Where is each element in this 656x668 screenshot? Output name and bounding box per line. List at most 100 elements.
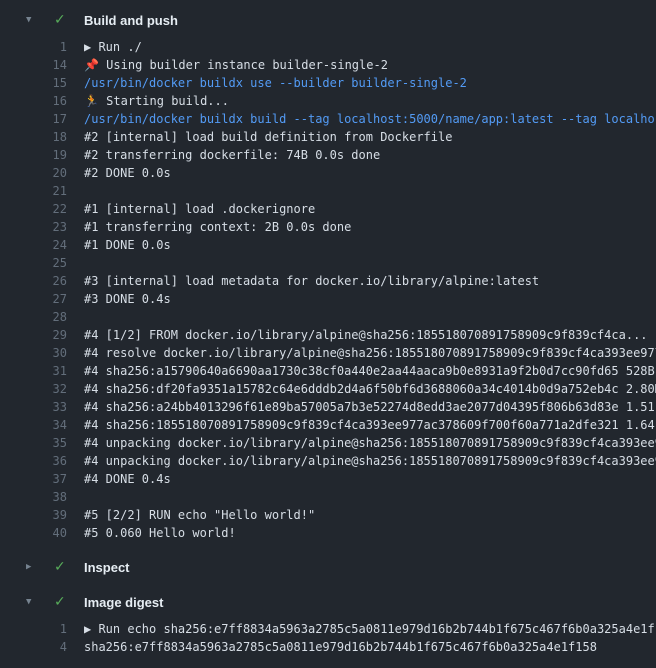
chevron-down-icon[interactable]: ▼ (26, 592, 39, 612)
log-line: 16🏃 Starting build... (0, 92, 656, 110)
log-line: 17/usr/bin/docker buildx build --tag loc… (0, 110, 656, 128)
log-line-number[interactable]: 40 (0, 524, 67, 542)
log-line-number[interactable]: 34 (0, 416, 67, 434)
log-line-number[interactable]: 26 (0, 272, 67, 290)
log-line-number[interactable]: 27 (0, 290, 67, 308)
log-line-text: #2 DONE 0.0s (67, 164, 171, 182)
log-line-number[interactable]: 23 (0, 218, 67, 236)
log-command-text: /usr/bin/docker buildx build --tag local… (67, 110, 656, 128)
chevron-down-icon[interactable]: ▼ (26, 10, 39, 30)
log-line-text: #4 unpacking docker.io/library/alpine@sh… (67, 452, 656, 470)
log-line-number[interactable]: 37 (0, 470, 67, 488)
log-line: 4sha256:e7ff8834a5963a2785c5a0811e979d16… (0, 638, 656, 656)
log-line-number[interactable]: 1 (0, 38, 67, 56)
log-line-number[interactable]: 29 (0, 326, 67, 344)
section-header-build-and-push[interactable]: ▼ ✓ Build and push (0, 10, 656, 30)
log-line-text: #1 [internal] load .dockerignore (67, 200, 315, 218)
log-line: 24#1 DONE 0.0s (0, 236, 656, 254)
log-line-text: #4 DONE 0.4s (67, 470, 171, 488)
log-line-number[interactable]: 38 (0, 488, 67, 506)
log-line-number[interactable]: 19 (0, 146, 67, 164)
log-line-text: #2 [internal] load build definition from… (67, 128, 452, 146)
log-line: 35#4 unpacking docker.io/library/alpine@… (0, 434, 656, 452)
log-line-text: #4 sha256:185518070891758909c9f839cf4ca3… (67, 416, 656, 434)
log-line-text (67, 254, 84, 272)
log-line: 26#3 [internal] load metadata for docker… (0, 272, 656, 290)
log-line: 37#4 DONE 0.4s (0, 470, 656, 488)
log-line: 32#4 sha256:df20fa9351a15782c64e6dddb2d4… (0, 380, 656, 398)
log-line-text: 📌 Using builder instance builder-single-… (67, 56, 388, 74)
log-line: 31#4 sha256:a15790640a6690aa1730c38cf0a4… (0, 362, 656, 380)
log-line-number[interactable]: 4 (0, 638, 67, 656)
log-line-text: ▶ Run ./ (67, 38, 142, 56)
log-line-number[interactable]: 21 (0, 182, 67, 200)
success-check-icon: ✓ (54, 10, 69, 30)
log-line-text: #5 0.060 Hello world! (67, 524, 236, 542)
log-line-text (67, 488, 84, 506)
log-line: 33#4 sha256:a24bb4013296f61e89ba57005a7b… (0, 398, 656, 416)
log-line-number[interactable]: 30 (0, 344, 67, 362)
log-line-number[interactable]: 25 (0, 254, 67, 272)
log-command-text: /usr/bin/docker buildx use --builder bui… (67, 74, 467, 92)
success-check-icon: ✓ (54, 557, 69, 577)
chevron-right-icon[interactable]: ▶ (26, 557, 39, 577)
log-line-text: 🏃 Starting build... (67, 92, 229, 110)
log-line-number[interactable]: 15 (0, 74, 67, 92)
log-line-number[interactable]: 18 (0, 128, 67, 146)
log-line-text: #4 sha256:df20fa9351a15782c64e6dddb2d4a6… (67, 380, 656, 398)
log-line-text: #4 unpacking docker.io/library/alpine@sh… (67, 434, 656, 452)
log-line-text: #1 DONE 0.0s (67, 236, 171, 254)
log-line: 30#4 resolve docker.io/library/alpine@sh… (0, 344, 656, 362)
log-line-number[interactable]: 31 (0, 362, 67, 380)
log-line: 18#2 [internal] load build definition fr… (0, 128, 656, 146)
log-line: 27#3 DONE 0.4s (0, 290, 656, 308)
log-line: 39#5 [2/2] RUN echo "Hello world!" (0, 506, 656, 524)
log-line-number[interactable]: 35 (0, 434, 67, 452)
log-line-number[interactable]: 22 (0, 200, 67, 218)
log-line-text: #5 [2/2] RUN echo "Hello world!" (67, 506, 315, 524)
section-header-image-digest[interactable]: ▼ ✓ Image digest (0, 592, 656, 612)
workflow-log: ▼✓Build and push1▶ Run ./14📌 Using build… (0, 10, 656, 656)
section-title: Inspect (84, 560, 130, 575)
log-line-text: #3 DONE 0.4s (67, 290, 171, 308)
log-line-text: ▶ Run echo sha256:e7ff8834a5963a2785c5a0… (67, 620, 656, 638)
log-line: 21 (0, 182, 656, 200)
log-line: 1▶ Run echo sha256:e7ff8834a5963a2785c5a… (0, 620, 656, 638)
log-line-text: #2 transferring dockerfile: 74B 0.0s don… (67, 146, 380, 164)
log-line: 1▶ Run ./ (0, 38, 656, 56)
log-line-number[interactable]: 14 (0, 56, 67, 74)
log-line-number[interactable]: 28 (0, 308, 67, 326)
log-line-number[interactable]: 24 (0, 236, 67, 254)
log-line-number[interactable]: 20 (0, 164, 67, 182)
log-line-text: #4 [1/2] FROM docker.io/library/alpine@s… (67, 326, 648, 344)
log-line-number[interactable]: 17 (0, 110, 67, 128)
section-header-inspect[interactable]: ▶ ✓ Inspect (0, 557, 656, 577)
section-title: Image digest (84, 595, 163, 610)
log-line-text (67, 182, 84, 200)
log-line-text: #4 sha256:a24bb4013296f61e89ba57005a7b3e… (67, 398, 656, 416)
log-line-text: #4 resolve docker.io/library/alpine@sha2… (67, 344, 656, 362)
log-line: 15/usr/bin/docker buildx use --builder b… (0, 74, 656, 92)
log-line-number[interactable]: 1 (0, 620, 67, 638)
log-line-text: sha256:e7ff8834a5963a2785c5a0811e979d16b… (67, 638, 597, 656)
log-line: 14📌 Using builder instance builder-singl… (0, 56, 656, 74)
log-line-number[interactable]: 36 (0, 452, 67, 470)
log-line-number[interactable]: 33 (0, 398, 67, 416)
log-line-number[interactable]: 39 (0, 506, 67, 524)
success-check-icon: ✓ (54, 592, 69, 612)
section-log-build-and-push: 1▶ Run ./14📌 Using builder instance buil… (0, 38, 656, 542)
log-line: 20#2 DONE 0.0s (0, 164, 656, 182)
log-line-text: #3 [internal] load metadata for docker.i… (67, 272, 539, 290)
log-line: 34#4 sha256:185518070891758909c9f839cf4c… (0, 416, 656, 434)
log-line: 36#4 unpacking docker.io/library/alpine@… (0, 452, 656, 470)
section-title: Build and push (84, 13, 178, 28)
log-line-text (67, 308, 84, 326)
log-line: 19#2 transferring dockerfile: 74B 0.0s d… (0, 146, 656, 164)
log-line: 40#5 0.060 Hello world! (0, 524, 656, 542)
log-line: 23#1 transferring context: 2B 0.0s done (0, 218, 656, 236)
section-log-image-digest: 1▶ Run echo sha256:e7ff8834a5963a2785c5a… (0, 620, 656, 656)
log-line-number[interactable]: 16 (0, 92, 67, 110)
log-line: 38 (0, 488, 656, 506)
log-line: 25 (0, 254, 656, 272)
log-line-number[interactable]: 32 (0, 380, 67, 398)
